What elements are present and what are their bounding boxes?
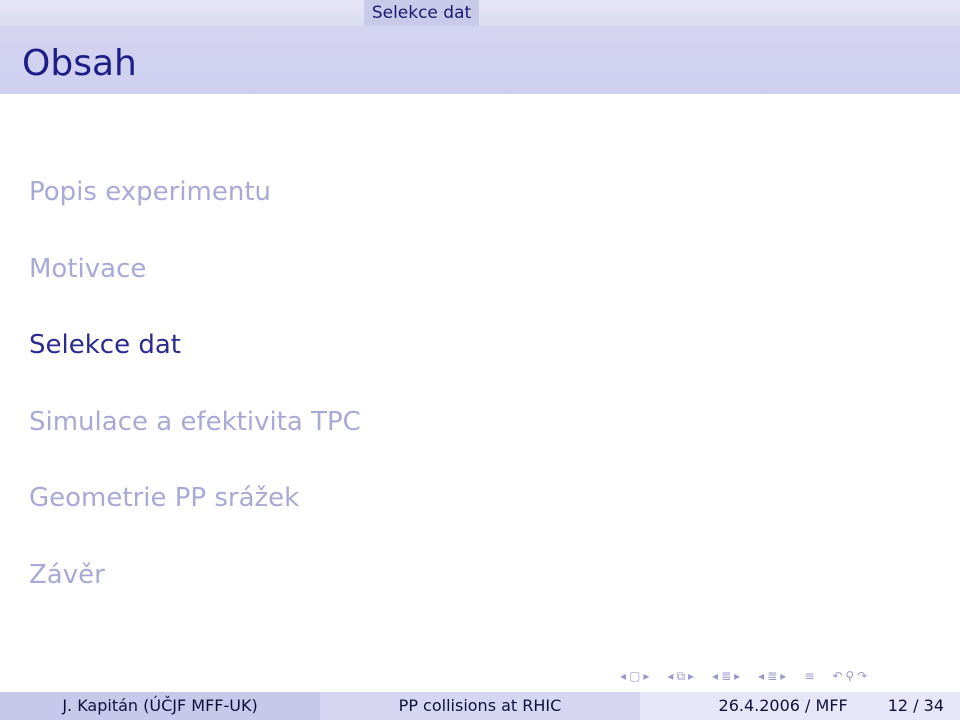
footer-info: 26.4.2006 / MFF 12 / 34 [640, 692, 960, 720]
nav-right-arrow-icon[interactable]: ▸ [643, 669, 649, 683]
navigation-symbols: ◂ ▢ ▸ ◂ ⧉ ▸ ◂ ≣ ▸ ◂ ≣ ▸ ≡ ↶ ⚲ ↷ [620, 666, 867, 686]
footer-talk-title: PP collisions at RHIC [320, 692, 640, 720]
section-icon[interactable]: ≣ [767, 669, 777, 683]
nav-right-arrow-icon[interactable]: ▸ [780, 669, 786, 683]
nav-left-arrow-icon[interactable]: ◂ [712, 669, 718, 683]
nav-right-arrow-icon[interactable]: ▸ [688, 669, 694, 683]
redo-icon[interactable]: ↷ [857, 669, 867, 683]
toc-item-simulace[interactable]: Simulace a efektivita TPC [29, 402, 361, 479]
nav-right-arrow-icon[interactable]: ▸ [734, 669, 740, 683]
footer-page-number: 12 / 34 [887, 696, 944, 715]
footer-author: J. Kapitán (ÚČJF MFF-UK) [0, 692, 320, 720]
nav-left-arrow-icon[interactable]: ◂ [667, 669, 673, 683]
search-icon[interactable]: ⚲ [845, 669, 854, 683]
frame-icon[interactable]: ▢ [629, 669, 640, 683]
subsection-icon[interactable]: ⧉ [676, 669, 685, 684]
footer: J. Kapitán (ÚČJF MFF-UK) PP collisions a… [0, 692, 960, 720]
frame-title: Obsah [22, 43, 137, 84]
nav-left-arrow-icon[interactable]: ◂ [620, 669, 626, 683]
section-icon[interactable]: ≣ [721, 669, 731, 683]
toc-item-zaver[interactable]: Závěr [29, 555, 361, 632]
toc-item-selekce-dat[interactable]: Selekce dat [29, 325, 361, 402]
toc-item-geometrie[interactable]: Geometrie PP srážek [29, 478, 361, 555]
nav-left-arrow-icon[interactable]: ◂ [758, 669, 764, 683]
table-of-contents: Popis experimentu Motivace Selekce dat S… [29, 172, 361, 631]
frame-title-bar [0, 26, 960, 94]
footer-date: 26.4.2006 / MFF [718, 696, 848, 715]
undo-icon[interactable]: ↶ [832, 669, 842, 683]
section-tab[interactable]: Selekce dat [364, 0, 479, 26]
toc-item-motivace[interactable]: Motivace [29, 249, 361, 326]
toc-item-popis-experimentu[interactable]: Popis experimentu [29, 172, 361, 249]
headline-bar: Selekce dat [0, 0, 960, 26]
align-icon[interactable]: ≡ [804, 669, 814, 683]
